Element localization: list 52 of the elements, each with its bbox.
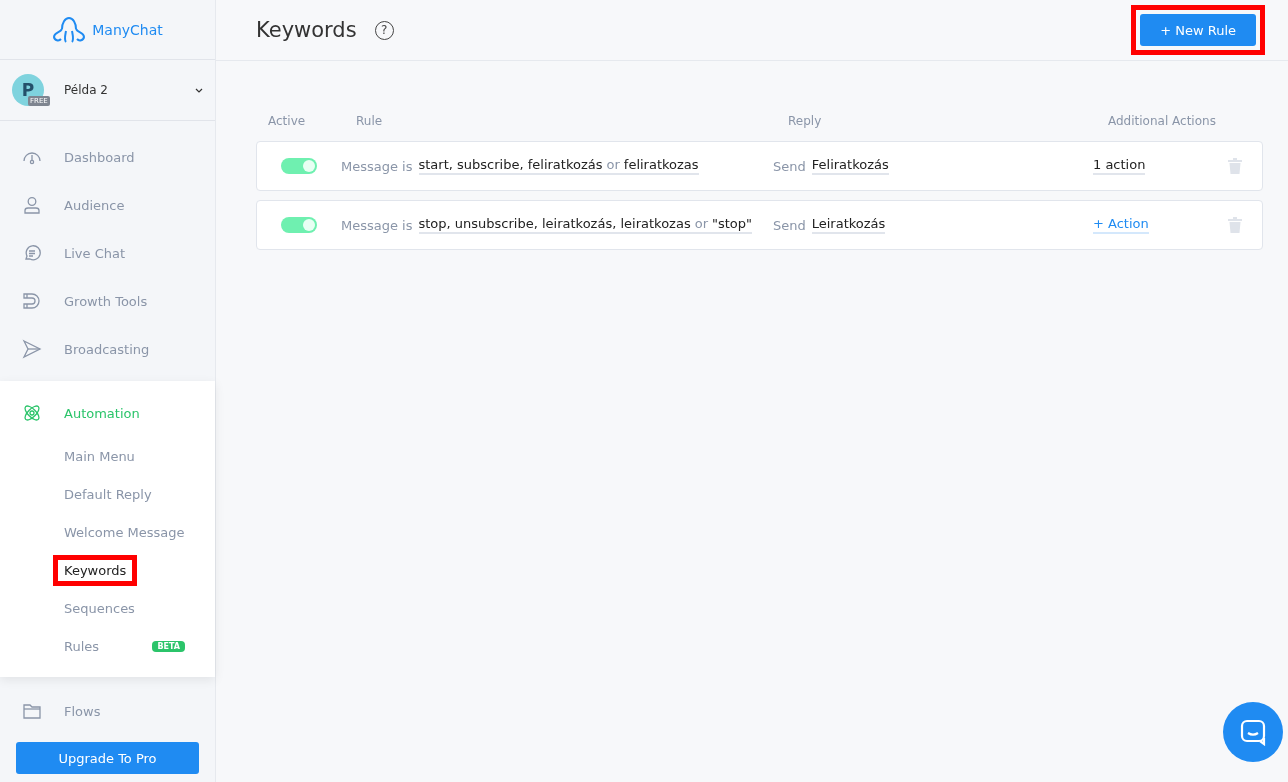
atom-icon: [22, 403, 42, 423]
column-header: Additional Actions: [1108, 114, 1217, 128]
reply-label: Send: [773, 217, 806, 233]
column-header: Rule: [355, 114, 384, 128]
keyword-text: feliratkozas: [623, 157, 699, 172]
chat-launcher-button[interactable]: [1223, 702, 1283, 762]
chevron-down-icon: [195, 87, 203, 93]
upgrade-button[interactable]: Upgrade To Pro: [16, 742, 199, 774]
magnet-icon: [22, 291, 42, 311]
add-action-link[interactable]: + Action: [1093, 216, 1149, 234]
column-header: Active: [267, 114, 307, 128]
nav-subitem[interactable]: Main Menu: [64, 448, 135, 464]
nav-item[interactable]: Audience: [0, 181, 215, 229]
nav-item[interactable]: Flows: [0, 687, 215, 735]
nav-subitem[interactable]: Keywords: [64, 562, 127, 578]
condition-label: Message is: [341, 158, 413, 174]
octopus-logo-icon: [52, 14, 87, 45]
nav-item[interactable]: Growth Tools: [0, 277, 215, 325]
person-icon: [22, 195, 42, 215]
keyword-text: stop, unsubscribe, leiratkozás, leiratkozas: [418, 216, 691, 231]
beta-badge: BETA: [152, 640, 185, 652]
active-toggle[interactable]: [281, 158, 317, 174]
folder-icon: [22, 701, 42, 721]
logo-text: ManyChat: [92, 21, 163, 38]
reply-link[interactable]: Feliratkozás: [811, 157, 889, 175]
keyword-field[interactable]: stop, unsubscribe, leiratkozás, leiratkozas or "stop": [418, 216, 753, 234]
joiner-text: or: [606, 157, 620, 172]
keyword-text: start, subscribe, feliratkozás: [418, 157, 603, 172]
send-icon: [22, 339, 42, 359]
action-count-link[interactable]: 1 action: [1093, 157, 1146, 175]
page-title: Keywords: [256, 18, 357, 42]
nav-item[interactable]: Live Chat: [0, 229, 215, 277]
keyword-text: "stop": [712, 216, 753, 231]
column-header: Reply: [788, 114, 823, 128]
trash-icon[interactable]: [1228, 158, 1242, 174]
nav-subitem[interactable]: Sequences: [64, 600, 135, 616]
nav-subitem[interactable]: Welcome Message: [64, 524, 185, 540]
new-rule-button[interactable]: + New Rule: [1140, 14, 1256, 46]
condition-label: Message is: [341, 217, 413, 233]
nav-item[interactable]: Dashboard: [0, 133, 215, 181]
keyword-field[interactable]: start, subscribe, feliratkozás or feliratkozas: [418, 157, 699, 175]
nav-item[interactable]: Automation: [0, 389, 215, 437]
joiner-text: or: [694, 216, 708, 231]
trash-icon[interactable]: [1228, 217, 1242, 233]
nav-subitem[interactable]: Rules: [64, 638, 100, 654]
reply-link[interactable]: Leiratkozás: [811, 216, 886, 234]
nav-item[interactable]: Broadcasting: [0, 325, 215, 373]
nav-subitem[interactable]: Default Reply: [64, 486, 152, 502]
active-toggle[interactable]: [281, 217, 317, 233]
reply-label: Send: [773, 158, 806, 174]
chat-icon: [1239, 718, 1267, 746]
chat-icon: [22, 243, 42, 263]
